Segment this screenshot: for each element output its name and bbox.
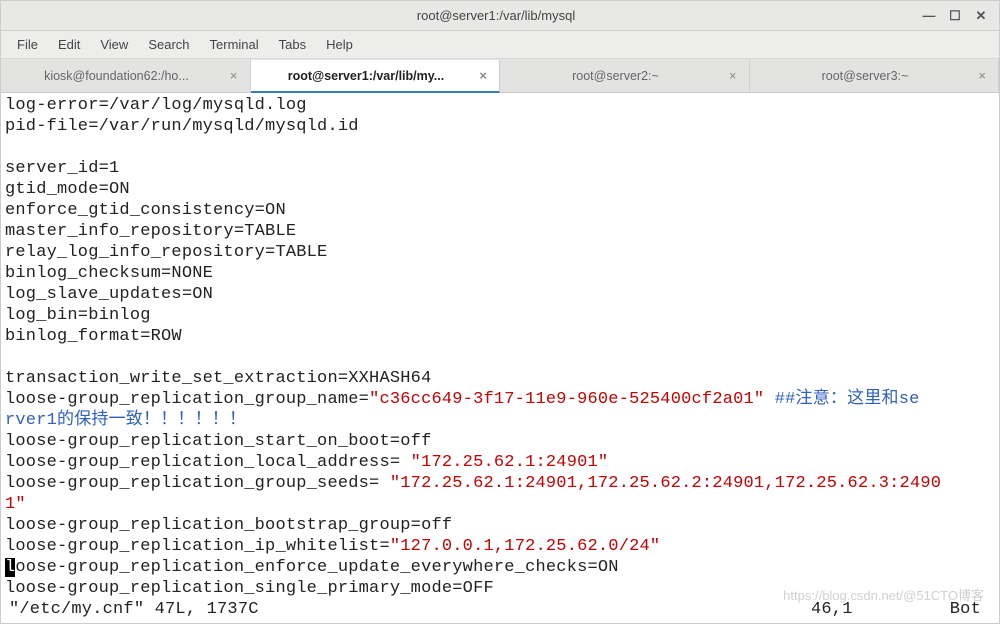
config-key: loose-group_replication_local_address=: [5, 453, 411, 472]
config-line: relay_log_info_repository=TABLE: [5, 242, 995, 263]
config-value: "c36cc649-3f17-11e9-960e-525400cf2a01": [369, 390, 764, 409]
close-icon[interactable]: ×: [230, 68, 238, 83]
tab-server1[interactable]: root@server1:/var/lib/my... ×: [251, 60, 501, 93]
menu-help[interactable]: Help: [316, 33, 363, 56]
menu-file[interactable]: File: [7, 33, 48, 56]
window-title: root@server1:/var/lib/mysql: [69, 8, 923, 23]
menu-terminal[interactable]: Terminal: [200, 33, 269, 56]
menu-tabs[interactable]: Tabs: [269, 33, 316, 56]
config-value: 1": [5, 494, 995, 515]
window-controls: — ☐ ✕: [923, 10, 991, 22]
maximize-button[interactable]: ☐: [949, 10, 961, 22]
config-line: loose-group_replication_single_primary_m…: [5, 578, 995, 599]
config-value: "172.25.62.1:24901": [411, 453, 609, 472]
minimize-button[interactable]: —: [923, 10, 935, 22]
config-value: "127.0.0.1,172.25.62.0/24": [390, 537, 660, 556]
close-icon[interactable]: ×: [729, 68, 737, 83]
config-value: "172.25.62.1:24901,172.25.62.2:24901,172…: [390, 474, 941, 493]
config-line: binlog_format=ROW: [5, 326, 995, 347]
config-line: loose-group_replication_enforce_update_e…: [5, 557, 995, 578]
config-line: [5, 137, 995, 158]
config-line: server_id=1: [5, 158, 995, 179]
config-line: master_info_repository=TABLE: [5, 221, 995, 242]
config-line: loose-group_replication_group_seeds= "17…: [5, 473, 995, 494]
config-line: log_slave_updates=ON: [5, 284, 995, 305]
window-titlebar: root@server1:/var/lib/mysql — ☐ ✕: [1, 1, 999, 31]
menu-search[interactable]: Search: [138, 33, 199, 56]
close-button[interactable]: ✕: [975, 10, 987, 22]
tab-bar: kiosk@foundation62:/ho... × root@server1…: [1, 59, 999, 93]
status-scroll: Bot: [931, 599, 991, 620]
config-line: enforce_gtid_consistency=ON: [5, 200, 995, 221]
config-line: pid-file=/var/run/mysqld/mysqld.id: [5, 116, 995, 137]
config-line: loose-group_replication_start_on_boot=of…: [5, 431, 995, 452]
menu-edit[interactable]: Edit: [48, 33, 90, 56]
config-line: loose-group_replication_ip_whitelist="12…: [5, 536, 995, 557]
tab-kiosk[interactable]: kiosk@foundation62:/ho... ×: [1, 59, 251, 92]
close-icon[interactable]: ×: [978, 68, 986, 83]
tab-server3[interactable]: root@server3:~ ×: [750, 59, 1000, 92]
close-icon[interactable]: ×: [479, 68, 487, 83]
config-line: log-error=/var/log/mysqld.log: [5, 95, 995, 116]
config-comment: ##注意：这里和se: [764, 390, 919, 409]
tab-label: kiosk@foundation62:/ho...: [13, 69, 220, 83]
tab-label: root@server2:~: [512, 69, 719, 83]
config-line: loose-group_replication_group_name="c36c…: [5, 389, 995, 410]
config-key: loose-group_replication_group_name=: [5, 390, 369, 409]
config-key: loose-group_replication_group_seeds=: [5, 474, 390, 493]
config-line: transaction_write_set_extraction=XXHASH6…: [5, 368, 995, 389]
tab-server2[interactable]: root@server2:~ ×: [500, 59, 750, 92]
vim-cursor: l: [5, 558, 15, 577]
terminal-window: root@server1:/var/lib/mysql — ☐ ✕ File E…: [0, 0, 1000, 624]
config-line: binlog_checksum=NONE: [5, 263, 995, 284]
status-filename: "/etc/my.cnf" 47L, 1737C: [9, 599, 811, 620]
tab-label: root@server3:~: [762, 69, 969, 83]
terminal-output[interactable]: log-error=/var/log/mysqld.log pid-file=/…: [1, 93, 999, 623]
config-line: [5, 347, 995, 368]
config-comment: rver1的保持一致！！！！！！: [5, 410, 995, 431]
config-key: loose-group_replication_ip_whitelist=: [5, 537, 390, 556]
status-position: 46,1: [811, 599, 931, 620]
tab-label: root@server1:/var/lib/my...: [263, 69, 470, 83]
config-line: loose-group_replication_bootstrap_group=…: [5, 515, 995, 536]
config-line: gtid_mode=ON: [5, 179, 995, 200]
menu-bar: File Edit View Search Terminal Tabs Help: [1, 31, 999, 59]
config-line: loose-group_replication_local_address= "…: [5, 452, 995, 473]
menu-view[interactable]: View: [90, 33, 138, 56]
config-line: log_bin=binlog: [5, 305, 995, 326]
vim-statusline: "/etc/my.cnf" 47L, 1737C 46,1 Bot: [5, 599, 995, 620]
config-key: oose-group_replication_enforce_update_ev…: [15, 558, 618, 577]
